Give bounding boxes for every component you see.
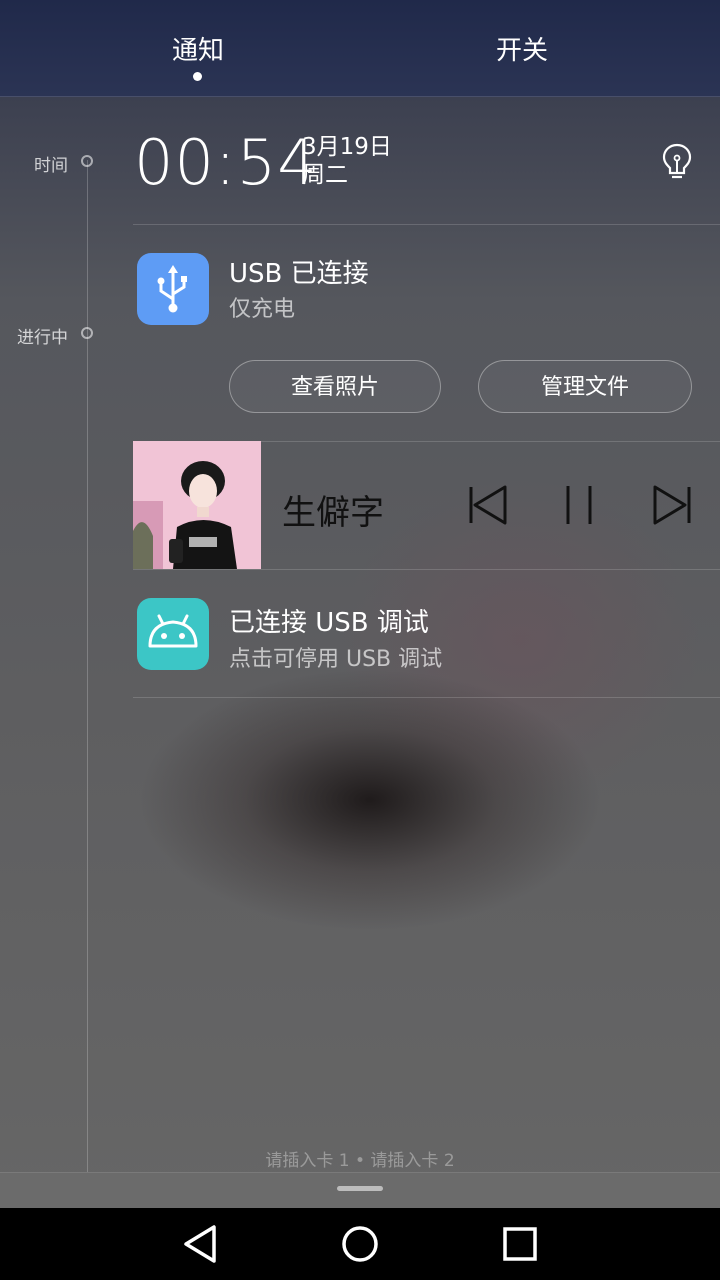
album-art [133, 441, 261, 569]
view-photos-button[interactable]: 查看照片 [229, 360, 441, 413]
timeline-line [87, 160, 88, 1172]
previous-icon[interactable] [466, 483, 510, 527]
lightbulb-icon[interactable] [660, 142, 694, 182]
android-icon [137, 598, 209, 670]
usb-notification-subtitle: 仅充电 [229, 297, 296, 322]
active-tab-indicator [193, 72, 202, 81]
timeline-time-dot [81, 155, 93, 167]
recents-icon[interactable] [496, 1220, 544, 1268]
tab-notifications[interactable]: 通知 [98, 30, 298, 67]
drag-handle[interactable] [337, 1186, 383, 1191]
navigation-bar [0, 1208, 720, 1280]
usb-icon [137, 253, 209, 325]
clock-date[interactable]: 3月19日 周二 [302, 133, 392, 189]
next-icon[interactable] [650, 483, 694, 527]
divider [133, 569, 720, 570]
home-icon[interactable] [336, 1220, 384, 1268]
usb-debug-title[interactable]: 已连接 USB 调试 [229, 602, 429, 639]
timeline-ongoing-dot [81, 327, 93, 339]
timeline-ongoing-label: 进行中 [17, 328, 68, 348]
clock-time[interactable]: 00:54 [134, 126, 318, 199]
shade-tab-bar: 通知 开关 [0, 0, 720, 97]
sim-status-text: 请插入卡 1 • 请插入卡 2 [265, 1151, 455, 1171]
divider [133, 224, 720, 225]
song-title: 生僻字 [282, 493, 384, 533]
tab-switches[interactable]: 开关 [422, 30, 622, 67]
divider [133, 697, 720, 698]
usb-notification-title[interactable]: USB 已连接 [229, 253, 369, 290]
media-notification[interactable]: 生僻字 [133, 441, 720, 570]
usb-debug-subtitle: 点击可停用 USB 调试 [229, 647, 443, 672]
manage-files-button[interactable]: 管理文件 [478, 360, 692, 413]
timeline-time-label: 时间 [34, 156, 68, 176]
back-icon[interactable] [176, 1220, 224, 1268]
date-text: 3月19日 [302, 134, 392, 160]
pause-icon[interactable] [558, 483, 602, 527]
weekday-text: 周二 [302, 162, 348, 188]
